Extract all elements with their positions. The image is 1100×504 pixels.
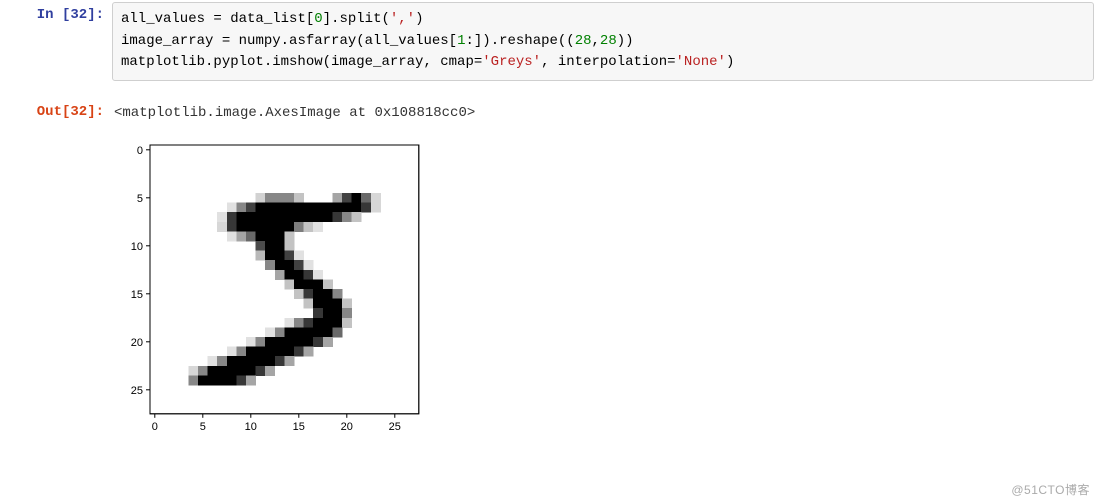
- svg-text:0: 0: [137, 145, 143, 157]
- svg-text:25: 25: [131, 385, 143, 397]
- watermark: @51CTO博客: [1011, 481, 1090, 498]
- mnist-heatmap-chart: 0 5 10 15 20 25 0 5 10 15 20 25: [112, 139, 1100, 442]
- heatmap-svg: 0 5 10 15 20 25 0 5 10 15 20 25: [112, 139, 429, 442]
- svg-text:10: 10: [245, 421, 257, 433]
- svg-text:5: 5: [137, 193, 143, 205]
- svg-text:15: 15: [131, 289, 143, 301]
- svg-text:0: 0: [152, 421, 158, 433]
- svg-text:20: 20: [341, 421, 353, 433]
- input-cell: In [32]: all_values = data_list[0].split…: [0, 0, 1100, 87]
- svg-text:5: 5: [200, 421, 206, 433]
- svg-text:15: 15: [293, 421, 305, 433]
- output-cell: Out[32]: <matplotlib.image.AxesImage at …: [0, 97, 1100, 121]
- svg-text:20: 20: [131, 337, 143, 349]
- svg-text:25: 25: [389, 421, 401, 433]
- svg-text:10: 10: [131, 241, 143, 253]
- input-prompt: In [32]:: [0, 0, 112, 24]
- output-prompt: Out[32]:: [0, 97, 112, 121]
- output-text-area: <matplotlib.image.AxesImage at 0x108818c…: [112, 97, 1100, 121]
- code-block: all_values = data_list[0].split(',') ima…: [121, 9, 1085, 74]
- code-input-area[interactable]: all_values = data_list[0].split(',') ima…: [112, 2, 1094, 81]
- output-text: <matplotlib.image.AxesImage at 0x108818c…: [114, 105, 475, 121]
